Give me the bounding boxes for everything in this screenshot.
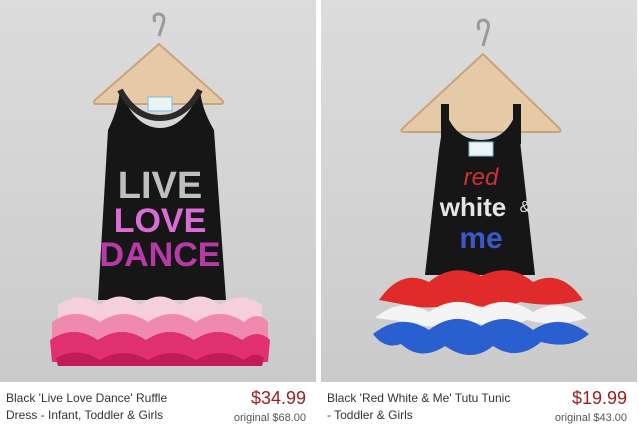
original-price: $68.00 [272, 412, 306, 424]
product-name[interactable]: Black 'Live Love Dance' Ruffle Dress - I… [6, 390, 196, 424]
dress-illustration: LIVE LOVE DANCE [50, 12, 270, 366]
hanger-icon [92, 12, 225, 105]
original-price-row: original $43.00 [555, 412, 627, 424]
tunic-illustration: red white & me [373, 18, 589, 355]
original-price-row: original $68.00 [234, 412, 306, 424]
product-card[interactable]: red white & me Black 'Red White & Me' Tu… [321, 0, 639, 433]
tutu-skirt [373, 270, 589, 355]
graphic-line-4: me [459, 222, 502, 255]
product-info: Black 'Red White & Me' Tutu Tunic - Todd… [321, 388, 637, 432]
graphic-line-1: LIVE [118, 165, 202, 207]
original-label: original [233, 412, 270, 424]
graphic-line-2: white [439, 192, 506, 222]
sale-price: $34.99 [250, 388, 306, 408]
ruffle-hem [50, 296, 270, 366]
graphic-line-3: DANCE [100, 236, 221, 274]
graphic-line-1: red [464, 164, 499, 191]
product-info: Black 'Live Love Dance' Ruffle Dress - I… [0, 388, 316, 432]
product-image[interactable]: LIVE LOVE DANCE [0, 0, 316, 382]
hanger-icon [400, 18, 562, 133]
sale-price: $19.99 [571, 388, 627, 408]
original-label: original [554, 412, 591, 424]
graphic-line-3: & [520, 199, 531, 216]
product-name[interactable]: Black 'Red White & Me' Tutu Tunic - Todd… [327, 390, 517, 424]
original-price: $43.00 [593, 412, 627, 424]
product-image[interactable]: red white & me [321, 0, 637, 382]
product-grid: LIVE LOVE DANCE Black 'Live Love Dance' … [0, 0, 639, 433]
product-card[interactable]: LIVE LOVE DANCE Black 'Live Love Dance' … [0, 0, 318, 433]
graphic-line-2: LOVE [114, 202, 207, 240]
